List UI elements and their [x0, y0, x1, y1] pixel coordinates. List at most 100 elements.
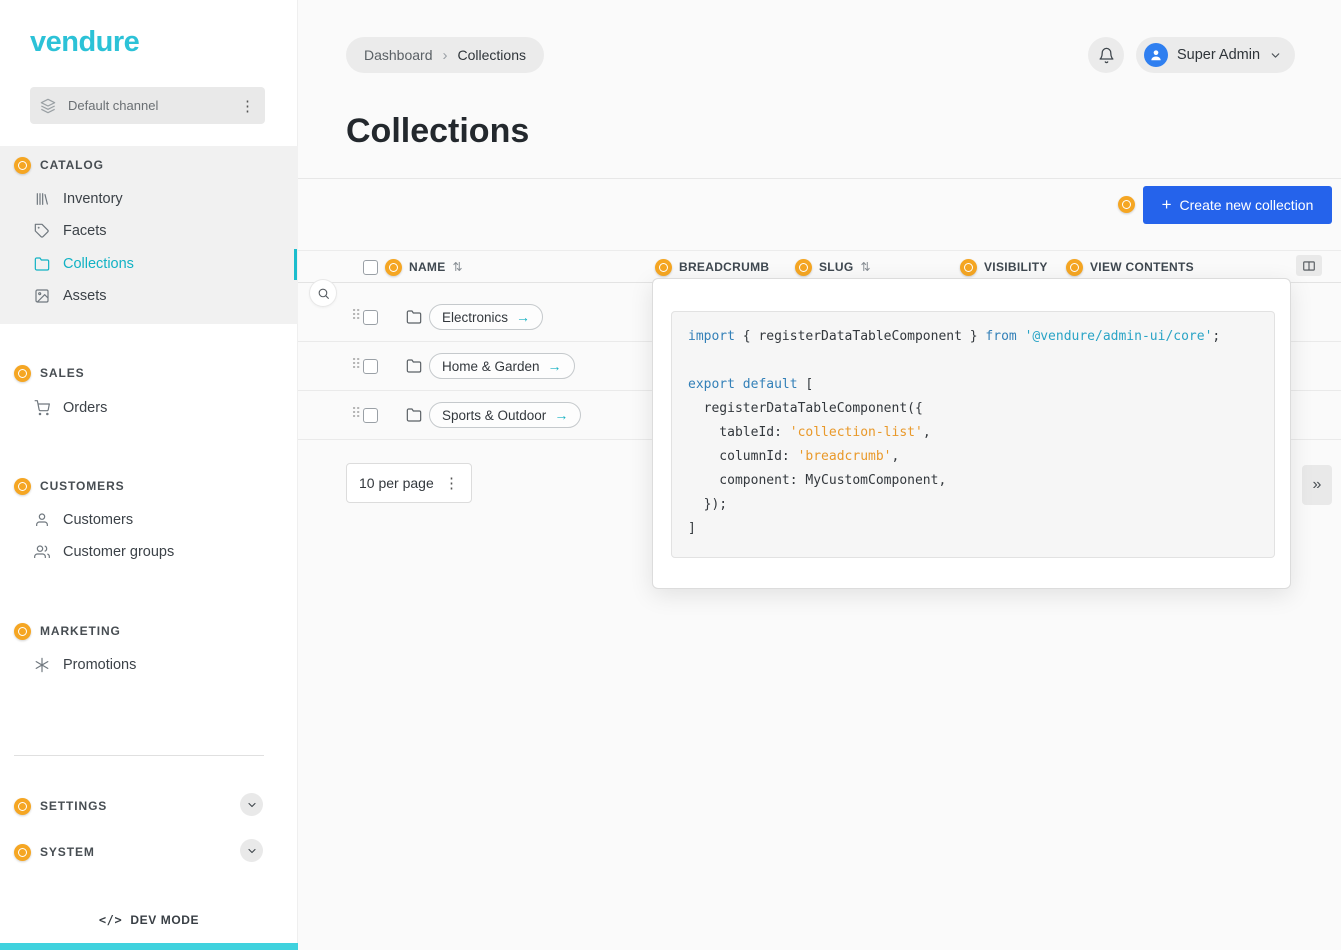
- ui-extension-marker-icon[interactable]: [14, 844, 31, 861]
- ui-extension-marker-icon[interactable]: [655, 259, 672, 276]
- folder-icon: [34, 256, 50, 272]
- collection-name: Sports & Outdoor: [442, 408, 546, 423]
- select-all-checkbox[interactable]: [363, 260, 378, 275]
- sidebar-item-promotions[interactable]: Promotions: [34, 655, 136, 675]
- ui-extension-marker-icon[interactable]: [14, 798, 31, 815]
- nav-section-label: SALES: [40, 366, 85, 380]
- dev-mode-label: DEV MODE: [130, 913, 199, 927]
- drag-handle-icon[interactable]: ⠿: [351, 307, 361, 324]
- collection-link[interactable]: Home & Garden →: [429, 353, 575, 379]
- ui-extension-marker-icon[interactable]: [1066, 259, 1083, 276]
- column-settings-button[interactable]: [1296, 255, 1322, 276]
- asterisk-icon: [34, 657, 50, 673]
- chevron-down-icon: [1269, 49, 1282, 62]
- sidebar-item-label: Promotions: [63, 657, 136, 673]
- nav-section-label: CATALOG: [40, 158, 104, 172]
- column-label: VIEW CONTENTS: [1090, 260, 1194, 274]
- sidebar-item-label: Customer groups: [63, 544, 174, 560]
- plus-icon: +: [1162, 195, 1172, 215]
- sidebar-item-collections[interactable]: Collections: [34, 254, 134, 274]
- ui-extension-marker-icon[interactable]: [385, 259, 402, 276]
- channel-selector[interactable]: Default channel ⋮: [30, 87, 265, 124]
- nav-section-label: CUSTOMERS: [40, 479, 125, 493]
- arrow-right-icon: →: [516, 309, 530, 325]
- items-per-page-select[interactable]: 10 per page ⋮: [346, 463, 472, 503]
- image-icon: [34, 288, 50, 304]
- channel-label: Default channel: [68, 98, 158, 113]
- next-page-button[interactable]: »: [1302, 465, 1332, 505]
- bell-icon: [1098, 47, 1115, 64]
- column-header-slug: SLUG ⇅: [795, 258, 871, 276]
- drag-handle-icon[interactable]: ⠿: [351, 356, 361, 373]
- tag-icon: [34, 223, 50, 239]
- row-checkbox[interactable]: [363, 310, 378, 325]
- folder-icon: [406, 309, 422, 325]
- sidebar-item-customer-groups[interactable]: Customer groups: [34, 542, 174, 562]
- avatar: [1144, 43, 1168, 67]
- header-divider: [298, 178, 1341, 179]
- code-icon: </>: [99, 913, 122, 927]
- column-label: NAME: [409, 260, 446, 274]
- breadcrumb-dashboard-link[interactable]: Dashboard: [364, 47, 433, 63]
- column-header-view-contents: VIEW CONTENTS: [1066, 258, 1194, 276]
- sidebar-item-facets[interactable]: Facets: [34, 221, 107, 241]
- nav-section-settings[interactable]: SETTINGS: [14, 796, 107, 816]
- collection-name: Electronics: [442, 310, 508, 325]
- ui-extension-marker-icon[interactable]: [14, 623, 31, 640]
- sidebar-item-inventory[interactable]: Inventory: [34, 189, 123, 209]
- dev-mode-popover: import { registerDataTableComponent } fr…: [652, 278, 1291, 589]
- nav-section-system[interactable]: SYSTEM: [14, 842, 95, 862]
- sidebar-item-label: Inventory: [63, 191, 123, 207]
- sort-icon[interactable]: ⇅: [453, 260, 463, 274]
- column-label: SLUG: [819, 260, 854, 274]
- ui-extension-marker-icon[interactable]: [960, 259, 977, 276]
- table-top-border: [298, 250, 1341, 251]
- column-header-breadcrumb: BREADCRUMB: [655, 258, 769, 276]
- collection-link[interactable]: Sports & Outdoor →: [429, 402, 581, 428]
- sidebar-item-assets[interactable]: Assets: [34, 286, 107, 306]
- sidebar-item-label: Assets: [63, 288, 107, 304]
- kebab-menu-icon[interactable]: ⋮: [444, 474, 459, 492]
- create-new-collection-button[interactable]: + Create new collection: [1143, 186, 1332, 224]
- row-checkbox[interactable]: [363, 359, 378, 374]
- nav-section-marketing: MARKETING: [14, 621, 121, 641]
- row-checkbox[interactable]: [363, 408, 378, 423]
- sidebar-divider: [14, 755, 264, 756]
- ui-extension-marker-icon[interactable]: [14, 365, 31, 382]
- settings-expand-button[interactable]: [240, 793, 263, 816]
- user-icon: [34, 512, 50, 528]
- vendure-logo: vendure: [30, 26, 139, 59]
- drag-handle-icon[interactable]: ⠿: [351, 405, 361, 422]
- sidebar-item-customers[interactable]: Customers: [34, 510, 133, 530]
- users-icon: [34, 544, 50, 560]
- sidebar-item-orders[interactable]: Orders: [34, 398, 107, 418]
- chevron-right-icon: ›: [443, 47, 448, 64]
- nav-section-customers: CUSTOMERS: [14, 476, 125, 496]
- ui-extension-marker-icon[interactable]: [795, 259, 812, 276]
- arrow-right-icon: →: [548, 358, 562, 374]
- cart-icon: [34, 400, 50, 416]
- create-button-label: Create new collection: [1180, 197, 1314, 213]
- per-page-label: 10 per page: [359, 475, 434, 491]
- notifications-button[interactable]: [1088, 37, 1124, 73]
- collection-link[interactable]: Electronics →: [429, 304, 543, 330]
- system-expand-button[interactable]: [240, 839, 263, 862]
- sidebar-item-label: Collections: [63, 256, 134, 272]
- code-snippet: import { registerDataTableComponent } fr…: [671, 311, 1275, 558]
- folder-icon: [406, 358, 422, 374]
- sidebar-item-label: Orders: [63, 400, 107, 416]
- ui-extension-marker-icon[interactable]: [1118, 196, 1135, 213]
- sort-icon[interactable]: ⇅: [861, 260, 871, 274]
- ui-extension-marker-icon[interactable]: [14, 157, 31, 174]
- inventory-icon: [34, 191, 50, 207]
- user-menu[interactable]: Super Admin: [1136, 37, 1295, 73]
- arrow-right-icon: →: [554, 407, 568, 423]
- user-name: Super Admin: [1177, 47, 1260, 63]
- channel-menu-icon[interactable]: ⋮: [240, 97, 255, 115]
- breadcrumb-current[interactable]: Collections: [458, 47, 526, 63]
- nav-section-label: SETTINGS: [40, 799, 107, 813]
- dev-mode-toggle[interactable]: </> DEV MODE: [0, 910, 298, 930]
- sidebar: vendure Default channel ⋮ CATALOG Invent…: [0, 0, 298, 950]
- collection-name: Home & Garden: [442, 359, 540, 374]
- ui-extension-marker-icon[interactable]: [14, 478, 31, 495]
